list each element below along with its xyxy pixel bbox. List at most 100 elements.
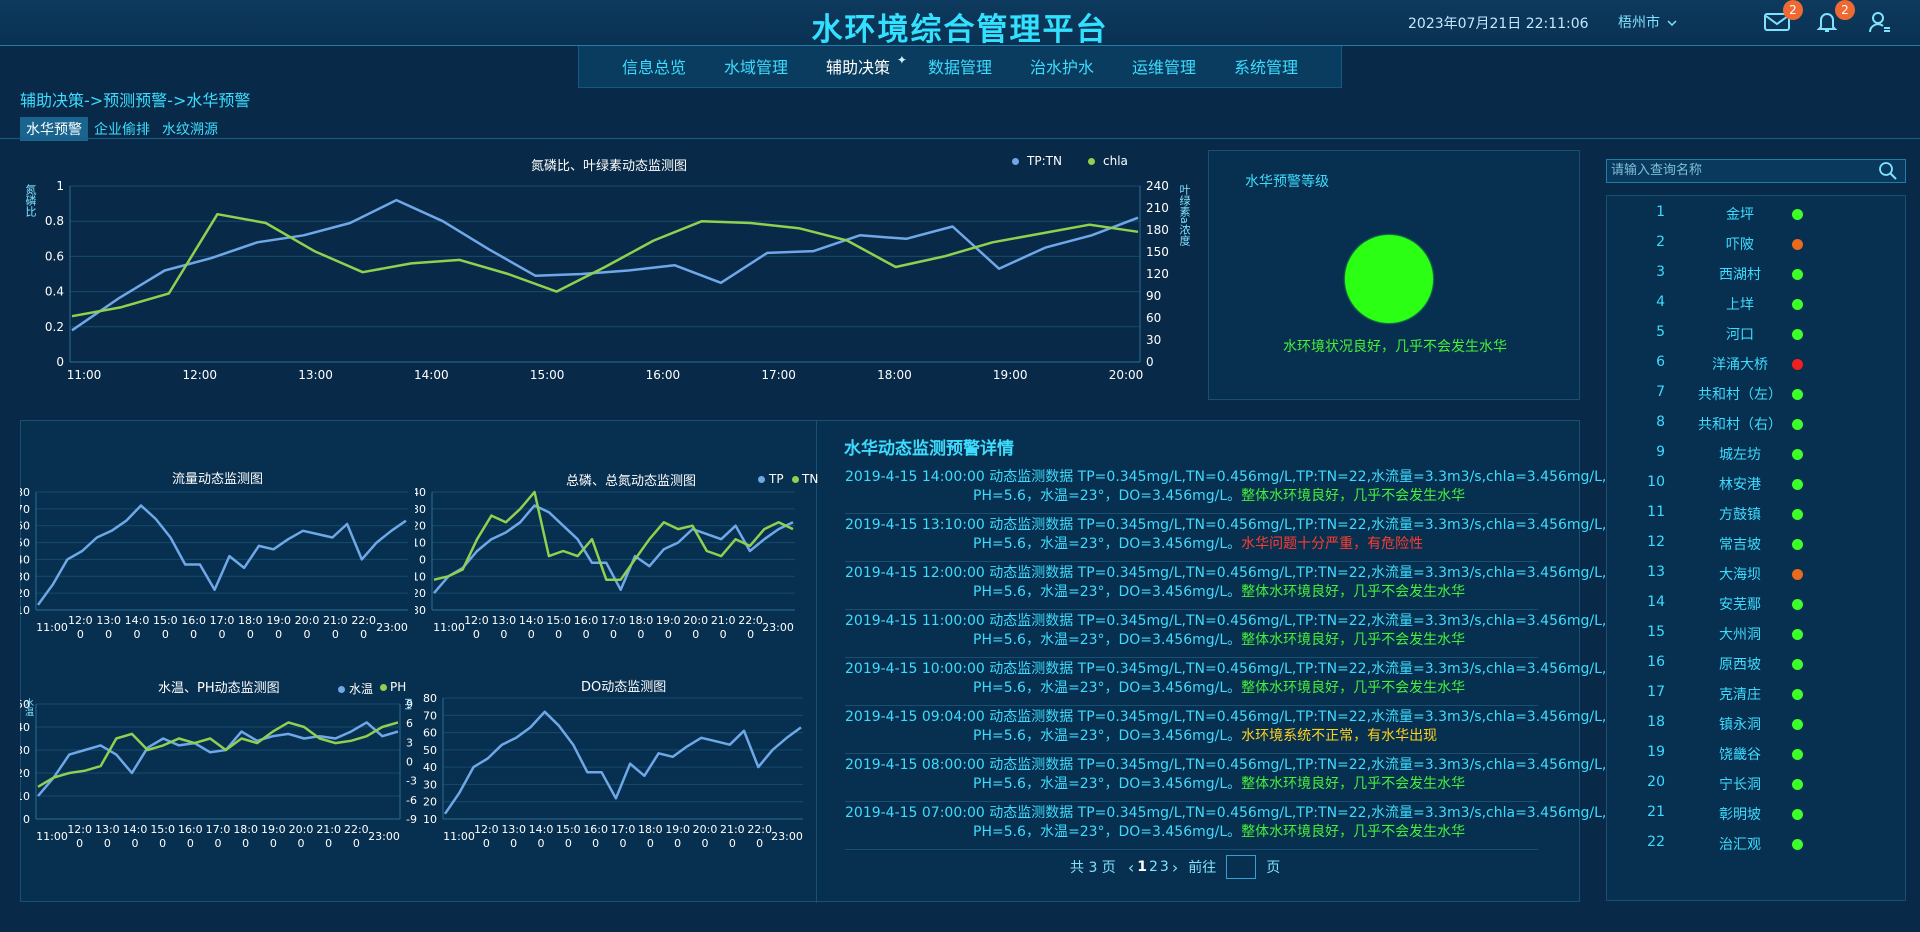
status-dot — [1792, 509, 1803, 520]
y-tick-label: 60 — [423, 727, 437, 740]
x-tick-label: 0 — [270, 837, 277, 850]
station-row[interactable]: 7 共和村（左） — [1607, 384, 1903, 408]
y2-tick-label: 60 — [1146, 311, 1161, 325]
goto-label: 前往 — [1188, 860, 1217, 876]
mail-badge: 2 — [1783, 0, 1803, 20]
station-row[interactable]: 21 彰明坡 — [1607, 804, 1903, 828]
notification-button[interactable]: 2 — [1815, 0, 1855, 36]
station-row[interactable]: 1 金坪 — [1607, 204, 1903, 228]
page-3[interactable]: 3 — [1160, 859, 1169, 875]
detail-data: 动态监测数据 TP=0.345mg/L,TN=0.456mg/L,TP:TN=2… — [989, 469, 1607, 485]
x-tick-label: 0 — [159, 837, 166, 850]
search-input[interactable]: 请输入查询名称 — [1606, 159, 1906, 183]
nav-item-data[interactable]: 数据管理 — [909, 46, 1011, 87]
x-tick-label: 0 — [132, 837, 139, 850]
x-tick-label: 11:00 — [433, 621, 465, 634]
station-row[interactable]: 13 大海坝 — [1607, 564, 1903, 588]
station-row[interactable]: 17 克清庄 — [1607, 684, 1903, 708]
page-2[interactable]: 2 — [1149, 859, 1158, 875]
station-row[interactable]: 22 治汇观 — [1607, 834, 1903, 858]
station-row[interactable]: 15 大州洞 — [1607, 624, 1903, 648]
station-row[interactable]: 19 饶畿谷 — [1607, 744, 1903, 768]
status-dot — [1792, 719, 1803, 730]
x-tick-label: 11:00 — [36, 830, 68, 843]
city-selector[interactable]: 梧州市 — [1618, 12, 1678, 32]
nav-item-maintenance[interactable]: 运维管理 — [1113, 46, 1215, 87]
page-1[interactable]: 1 — [1137, 859, 1147, 875]
x-tick-label: 18:0 — [238, 614, 263, 627]
nav-item-overview[interactable]: 信息总览 — [603, 46, 705, 87]
station-name: 镇永洞 — [1719, 717, 1761, 733]
detail-line: 2019-4-15 11:00:00 动态监测数据 TP=0.345mg/L,T… — [845, 612, 1606, 631]
x-tick-label: 0 — [565, 837, 572, 850]
nav-item-water-control[interactable]: 治水护水 — [1011, 46, 1113, 87]
y2-tick-label: 30 — [1146, 333, 1161, 347]
station-row[interactable]: 14 安芜鄢 — [1607, 594, 1903, 618]
station-row[interactable]: 16 原西坡 — [1607, 654, 1903, 678]
station-name: 林安港 — [1719, 477, 1761, 493]
prev-page-button[interactable]: ‹ — [1128, 858, 1134, 877]
station-row[interactable]: 4 上垟 — [1607, 294, 1903, 318]
x-tick-label: 0 — [674, 837, 681, 850]
x-tick-label: 14:0 — [123, 823, 148, 836]
datetime: 2023年07月21日 22:11:06 — [1408, 16, 1589, 32]
x-tick-label: 0 — [610, 628, 617, 641]
x-tick-label: 0 — [360, 628, 367, 641]
nav-item-water-area[interactable]: 水域管理 — [705, 46, 807, 87]
detail-data: 动态监测数据 TP=0.345mg/L,TN=0.456mg/L,TP:TN=2… — [989, 805, 1607, 821]
station-no: 20 — [1647, 774, 1665, 790]
x-tick-label: 22:0 — [747, 823, 772, 836]
series-line — [71, 212, 1139, 318]
station-no: 19 — [1647, 744, 1665, 760]
x-tick-label: 0 — [275, 628, 282, 641]
x-tick-label: 21:0 — [316, 823, 341, 836]
y-tick-label: 0 — [23, 813, 30, 826]
page-suffix: 页 — [1266, 860, 1281, 876]
station-row[interactable]: 8 共和村（右） — [1607, 414, 1903, 438]
y-tick-label: 40 — [20, 553, 30, 566]
goto-page-input[interactable] — [1226, 855, 1257, 879]
x-tick-label: 0 — [162, 628, 169, 641]
x-tick-label: 0 — [555, 628, 562, 641]
bloom-level-indicator — [1345, 235, 1433, 323]
divider — [0, 138, 1920, 139]
x-tick-label: 0 — [702, 837, 709, 850]
status-dot — [1792, 389, 1803, 400]
status-dot — [1792, 749, 1803, 760]
station-row[interactable]: 18 镇永洞 — [1607, 714, 1903, 738]
user-button[interactable] — [1868, 10, 1896, 36]
station-no: 9 — [1656, 444, 1665, 460]
station-no: 15 — [1647, 624, 1665, 640]
station-name: 城左坊 — [1719, 447, 1761, 463]
station-row[interactable]: 3 西湖村 — [1607, 264, 1903, 288]
next-page-button[interactable]: › — [1172, 858, 1178, 877]
x-tick-label: 17:0 — [210, 614, 235, 627]
station-name: 治汇观 — [1719, 837, 1761, 853]
station-row[interactable]: 20 宁长洞 — [1607, 774, 1903, 798]
mail-button[interactable]: 2 — [1763, 0, 1803, 36]
detail-data-2: PH=5.6，水温=23°，DO=3.456mg/L。 — [973, 824, 1242, 840]
search-icon[interactable] — [1878, 161, 1898, 181]
nav-item-decision[interactable]: 辅助决策 ✦ — [807, 46, 909, 87]
station-row[interactable]: 6 洋涌大桥 — [1607, 354, 1903, 378]
detail-data: 动态监测数据 TP=0.345mg/L,TN=0.456mg/L,TP:TN=2… — [989, 757, 1607, 773]
detail-time: 2019-4-15 10:00:00 — [845, 661, 985, 677]
x-tick-label: 19:00 — [993, 368, 1028, 382]
station-row[interactable]: 12 常吉坡 — [1607, 534, 1903, 558]
station-row[interactable]: 9 城左坊 — [1607, 444, 1903, 468]
station-row[interactable]: 5 河口 — [1607, 324, 1903, 348]
station-row[interactable]: 11 方鼓镇 — [1607, 504, 1903, 528]
station-row[interactable]: 2 吓陂 — [1607, 234, 1903, 258]
nav-item-system[interactable]: 系统管理 — [1215, 46, 1317, 87]
station-row[interactable]: 10 林安港 — [1607, 474, 1903, 498]
station-no: 1 — [1656, 204, 1665, 220]
status-dot — [1792, 569, 1803, 580]
x-tick-label: 0 — [242, 837, 249, 850]
detail-line: 2019-4-15 13:10:00 动态监测数据 TP=0.345mg/L,T… — [845, 516, 1606, 535]
sparkle-icon: ✦ — [896, 53, 907, 67]
chevron-down-icon — [1667, 20, 1677, 27]
x-tick-label: 12:0 — [474, 823, 499, 836]
detail-time: 2019-4-15 08:00:00 — [845, 757, 985, 773]
y2-tick-label: 120 — [1146, 267, 1169, 281]
y-tick-label: 60 — [20, 520, 30, 533]
